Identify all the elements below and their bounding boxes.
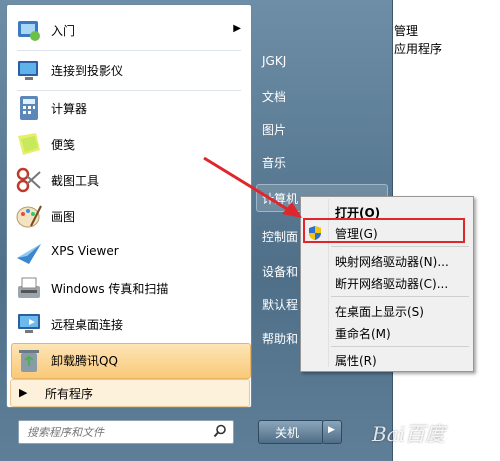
right-item-documents[interactable]: 文档	[262, 88, 286, 105]
right-item-default-programs[interactable]: 默认程	[262, 296, 298, 313]
shutdown-label: 关机	[275, 426, 300, 440]
menu-separator	[331, 296, 469, 297]
right-item-control-panel[interactable]: 控制面	[262, 228, 298, 245]
recycle-bin-icon	[15, 346, 43, 374]
divider	[17, 50, 241, 51]
watermark-url: jingyan.baidu.com	[420, 440, 494, 449]
program-label: Windows 传真和扫描	[51, 282, 169, 296]
program-item-calculator[interactable]: 计算器	[11, 91, 247, 125]
program-item-xps-viewer[interactable]: XPS Viewer	[11, 235, 247, 269]
program-label: 计算器	[51, 102, 88, 116]
program-item-projector[interactable]: 连接到投影仪	[11, 53, 247, 87]
program-label: 便笺	[51, 138, 76, 152]
program-label: 远程桌面连接	[51, 318, 124, 332]
right-item-user[interactable]: JGKJ	[262, 54, 286, 68]
right-item-help[interactable]: 帮助和	[262, 330, 298, 347]
menu-separator	[331, 346, 469, 347]
getting-started-icon	[15, 16, 43, 44]
annotation-box	[303, 218, 465, 243]
all-programs-label: 所有程序	[45, 387, 94, 401]
program-label: 画图	[51, 210, 76, 224]
program-label: 卸载腾讯QQ	[51, 354, 118, 368]
scissors-icon	[15, 166, 43, 194]
xps-viewer-icon	[15, 238, 43, 266]
menu-separator	[331, 246, 469, 247]
paint-icon	[15, 202, 43, 230]
shutdown-button[interactable]: 关机	[258, 420, 324, 444]
menu-item-properties[interactable]: 属性(R)	[335, 352, 377, 369]
triangle-right-icon: ▶	[19, 386, 28, 399]
bg-item-manage[interactable]: 管理	[394, 22, 418, 39]
menu-item-show-on-desktop[interactable]: 在桌面上显示(S)	[335, 303, 424, 320]
right-item-devices[interactable]: 设备和	[262, 263, 298, 280]
annotation-arrow-icon	[203, 156, 302, 218]
sticky-notes-icon	[15, 130, 43, 158]
program-item-remote-desktop[interactable]: 远程桌面连接	[11, 307, 247, 341]
right-item-pictures[interactable]: 图片	[262, 121, 286, 138]
menu-item-rename[interactable]: 重命名(M)	[335, 325, 391, 342]
program-item-fax-scan[interactable]: Windows 传真和扫描	[11, 271, 247, 305]
submenu-arrow-icon: ▶	[233, 23, 241, 34]
menu-item-disconnect-network-drive[interactable]: 断开网络驱动器(C)...	[335, 275, 448, 292]
bg-item-apps[interactable]: 应用程序	[394, 40, 442, 57]
program-item-getting-started[interactable]: 入门 ▶	[11, 13, 247, 47]
all-programs-button[interactable]: ▶ 所有程序	[10, 379, 250, 407]
shutdown-options-button[interactable]: ▶	[322, 420, 342, 444]
search-input[interactable]	[25, 423, 209, 441]
program-label: 连接到投影仪	[51, 64, 124, 78]
calculator-icon	[15, 94, 43, 122]
projector-icon	[15, 56, 43, 84]
program-label: XPS Viewer	[51, 244, 119, 258]
menu-item-map-network-drive[interactable]: 映射网络驱动器(N)...	[335, 253, 449, 270]
fax-scan-icon	[15, 274, 43, 302]
search-box[interactable]	[18, 420, 234, 444]
remote-desktop-icon	[15, 310, 43, 338]
triangle-right-icon: ▶	[328, 425, 335, 435]
search-icon[interactable]	[213, 424, 227, 438]
program-label: 截图工具	[51, 174, 100, 188]
program-label: 入门	[51, 24, 76, 38]
program-item-uninstall-qq[interactable]: 卸载腾讯QQ	[11, 343, 247, 377]
